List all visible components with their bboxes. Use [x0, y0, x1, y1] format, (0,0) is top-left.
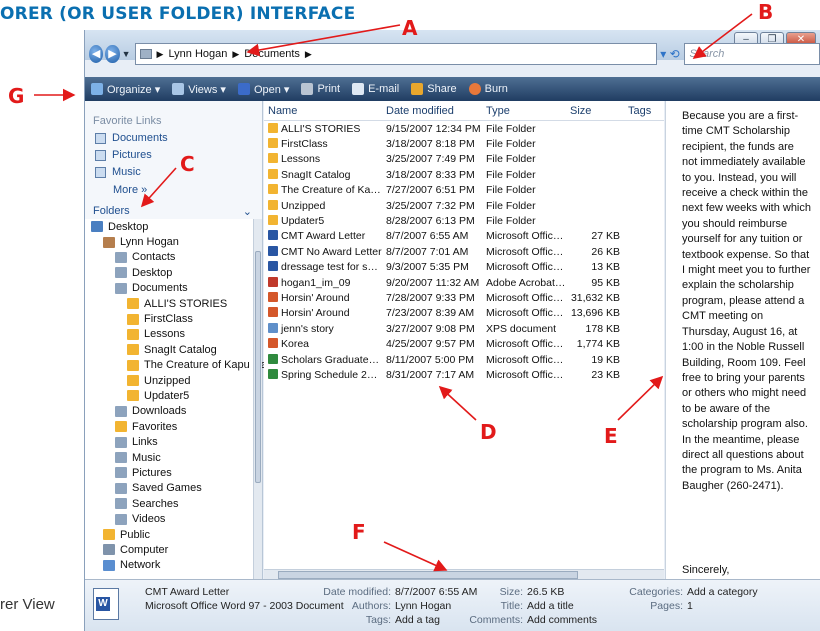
callout-b: B — [758, 0, 774, 24]
arrow-a — [246, 24, 401, 57]
callout-g: G — [8, 84, 25, 108]
callout-arrows — [34, 13, 753, 572]
callout-e: E — [604, 424, 618, 448]
arrow-b — [692, 13, 753, 59]
callout-f: F — [352, 520, 366, 544]
arrow-d — [438, 385, 477, 421]
arrow-e — [617, 375, 664, 421]
arrow-f — [383, 541, 448, 572]
callout-d: D — [480, 420, 497, 444]
callout-a: A — [402, 16, 418, 40]
arrow-c — [140, 167, 177, 208]
callout-c: C — [180, 152, 195, 176]
